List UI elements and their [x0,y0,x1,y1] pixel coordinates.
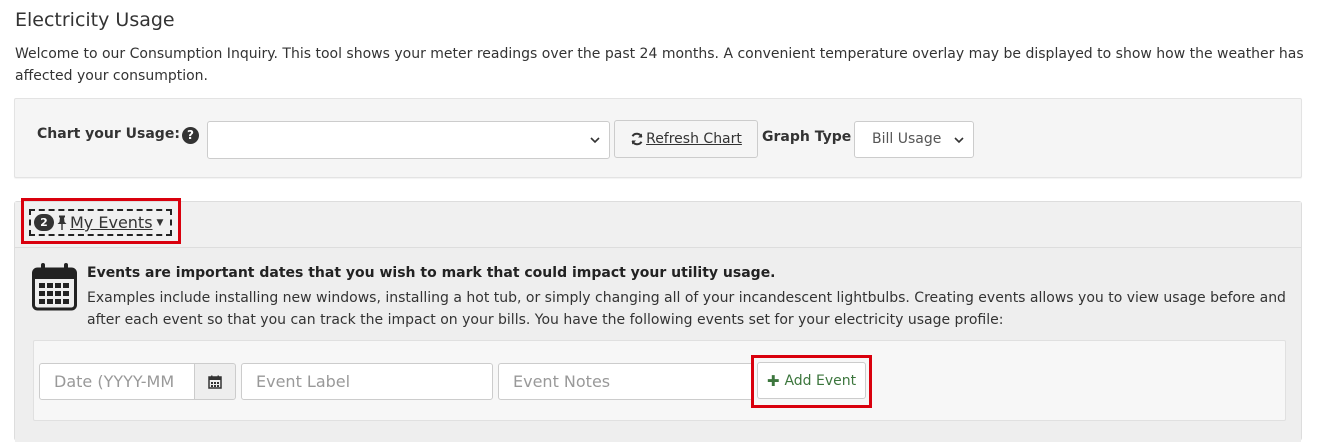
refresh-icon [631,132,643,146]
plus-icon: ✚ [766,371,780,390]
chart-usage-label: Chart your Usage: [37,126,180,142]
refresh-chart-label: Refresh Chart [646,131,742,147]
calendar-small-icon [208,375,222,389]
event-notes-input[interactable] [498,363,754,400]
my-events-label: My Events [70,213,153,232]
chart-controls-panel: Chart your Usage: ? Refresh Chart Graph … [14,98,1302,178]
event-label-input[interactable] [241,363,493,400]
page-title: Electricity Usage [15,9,175,31]
graph-type-label: Graph Type [762,129,852,145]
events-panel: 2 My Events ▼ Events are important dates… [14,198,1302,442]
events-count-badge: 2 [34,214,54,231]
events-info-text: Examples include installing new windows,… [87,290,1286,328]
date-picker-button[interactable] [194,363,236,400]
pushpin-icon [57,215,67,230]
usage-select[interactable] [207,121,610,159]
graph-type-select[interactable]: Bill Usage [854,121,974,158]
add-event-button[interactable]: ✚ Add Event [757,362,866,399]
page-intro: Welcome to our Consumption Inquiry. This… [15,46,1304,84]
question-circle-icon[interactable]: ? [182,127,199,144]
refresh-chart-button[interactable]: Refresh Chart [614,120,758,158]
add-event-label: Add Event [784,372,857,389]
chevron-down-icon [590,137,600,144]
add-event-form: ✚ Add Event [33,340,1286,421]
chevron-down-icon [954,137,964,144]
events-panel-header [15,202,1301,248]
graph-type-value: Bill Usage [872,131,942,147]
caret-down-icon: ▼ [156,217,164,228]
event-date-input[interactable] [39,363,196,400]
events-info-title: Events are important dates that you wish… [87,265,776,281]
my-events-toggle[interactable]: 2 My Events ▼ [29,209,172,236]
calendar-icon [32,263,77,311]
